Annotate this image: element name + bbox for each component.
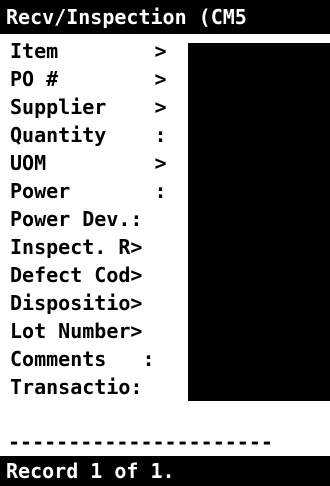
field-row-power[interactable]: Power : (0, 177, 330, 205)
inspect-result-input[interactable] (188, 233, 330, 261)
po-number-input[interactable] (188, 65, 330, 93)
field-row-lot-number[interactable]: Lot Number> (0, 317, 330, 345)
field-row-uom[interactable]: UOM > (0, 149, 330, 177)
lot-number-input[interactable] (188, 317, 330, 345)
comments-label: Comments : (10, 347, 155, 371)
status-message: Record 1 of 1. (0, 456, 330, 486)
field-row-po-number[interactable]: PO # > (0, 65, 330, 93)
field-row-inspect-result[interactable]: Inspect. R> (0, 233, 330, 261)
field-row-quantity[interactable]: Quantity : (0, 121, 330, 149)
field-row-item[interactable]: Item > (0, 37, 330, 65)
transaction-input[interactable] (188, 373, 330, 401)
transaction-label: Transactio: (10, 375, 143, 399)
field-row-comments[interactable]: Comments : (0, 345, 330, 373)
supplier-input[interactable] (188, 93, 330, 121)
quantity-input[interactable] (188, 121, 330, 149)
po-number-label: PO # > (10, 67, 167, 91)
item-input[interactable] (188, 43, 330, 65)
terminal-screen: Recv/Inspection (CM5 Item > PO # > Suppl… (0, 0, 330, 486)
quantity-label: Quantity : (10, 123, 167, 147)
separator-line: ---------------------- (8, 430, 273, 454)
inspect-result-label: Inspect. R> (10, 235, 143, 259)
field-list: Item > PO # > Supplier > Quantity : UOM … (0, 37, 330, 401)
item-label: Item > (10, 39, 167, 63)
field-row-supplier[interactable]: Supplier > (0, 93, 330, 121)
power-dev-label: Power Dev.: (10, 207, 143, 231)
field-row-transaction[interactable]: Transactio: (0, 373, 330, 401)
uom-input[interactable] (188, 149, 330, 177)
defect-code-input[interactable] (188, 261, 330, 289)
form-title: Recv/Inspection (CM5 (0, 0, 330, 34)
field-row-disposition[interactable]: Dispositio> (0, 289, 330, 317)
uom-label: UOM > (10, 151, 167, 175)
field-row-power-dev[interactable]: Power Dev.: (0, 205, 330, 233)
comments-input[interactable] (188, 345, 330, 373)
defect-code-label: Defect Cod> (10, 263, 143, 287)
disposition-input[interactable] (188, 289, 330, 317)
lot-number-label: Lot Number> (10, 319, 143, 343)
supplier-label: Supplier > (10, 95, 167, 119)
disposition-label: Dispositio> (10, 291, 143, 315)
power-input[interactable] (188, 177, 330, 205)
field-row-defect-code[interactable]: Defect Cod> (0, 261, 330, 289)
power-label: Power : (10, 179, 167, 203)
power-dev-input[interactable] (188, 205, 330, 233)
